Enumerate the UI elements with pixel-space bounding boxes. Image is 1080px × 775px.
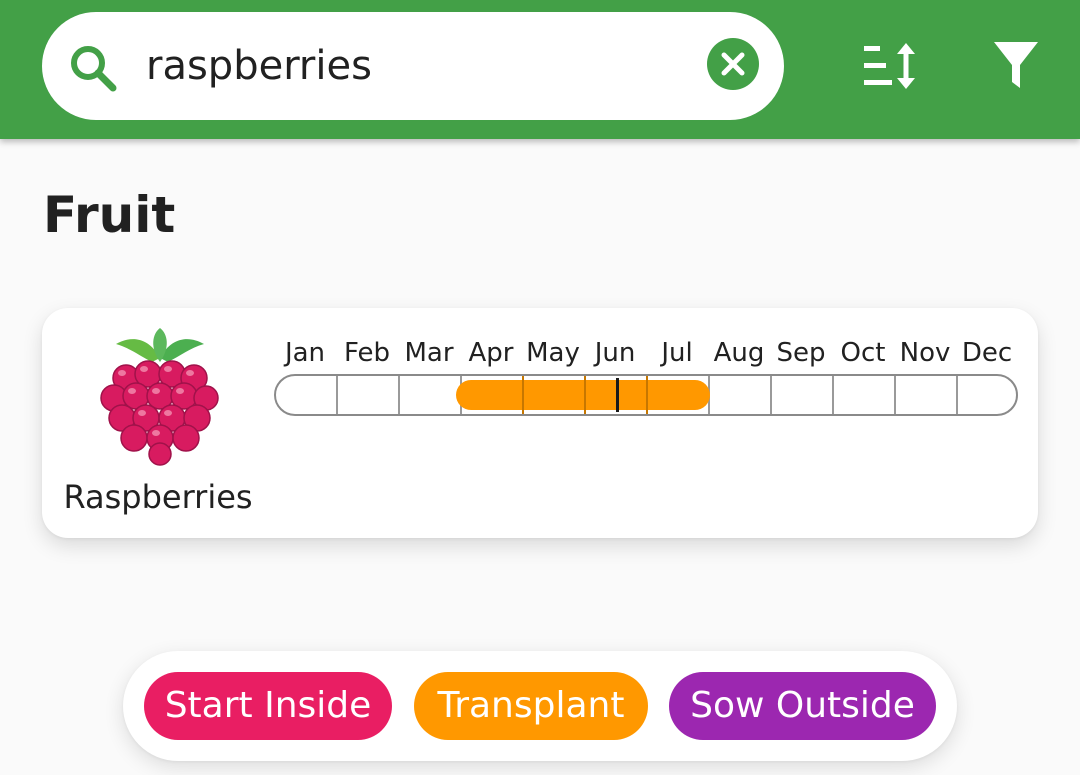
month-label-jan: Jan	[284, 338, 326, 368]
raspberry-icon	[100, 328, 219, 466]
month-divider	[832, 376, 834, 414]
month-label-jun: Jun	[594, 338, 636, 368]
month-label-apr: Apr	[468, 338, 514, 368]
start-inside-chip[interactable]: Start Inside	[144, 672, 392, 740]
close-icon	[721, 52, 745, 76]
month-label-nov: Nov	[899, 338, 951, 368]
month-label-sep: Sep	[776, 338, 826, 368]
search-icon	[71, 46, 117, 92]
month-label-oct: Oct	[840, 338, 886, 368]
sow-outside-chip[interactable]: Sow Outside	[669, 672, 936, 740]
month-label-feb: Feb	[343, 338, 391, 368]
sort-button[interactable]	[860, 40, 920, 92]
month-label-may: May	[526, 338, 580, 368]
filter-button[interactable]	[992, 40, 1040, 90]
month-divider	[522, 376, 524, 414]
search-bar[interactable]	[42, 12, 784, 120]
plant-name: Raspberries	[63, 478, 253, 516]
plant-card[interactable]: Raspberries Jan Feb Mar Apr May Jun Jul Aug Sep O…	[42, 308, 1038, 538]
transplant-chip[interactable]: Transplant	[414, 672, 648, 740]
month-label-jul: Jul	[661, 338, 693, 368]
month-label-mar: Mar	[404, 338, 454, 368]
sort-icon	[864, 43, 915, 89]
month-divider	[646, 376, 648, 414]
month-divider	[336, 376, 338, 414]
month-label-dec: Dec	[961, 338, 1013, 368]
month-divider	[894, 376, 896, 414]
month-divider	[398, 376, 400, 414]
transplant-period-bar	[456, 380, 710, 410]
clear-search-button[interactable]	[707, 38, 759, 90]
month-divider	[956, 376, 958, 414]
legend: Start Inside Transplant Sow Outside	[123, 651, 957, 761]
month-divider	[584, 376, 586, 414]
search-input[interactable]	[146, 37, 686, 95]
section-title: Fruit	[43, 186, 176, 244]
current-date-marker	[616, 378, 620, 412]
filter-icon	[994, 42, 1038, 88]
app-bar	[0, 0, 1080, 139]
planting-timeline	[274, 374, 1018, 416]
month-label-aug: Aug	[713, 338, 765, 368]
month-divider	[770, 376, 772, 414]
